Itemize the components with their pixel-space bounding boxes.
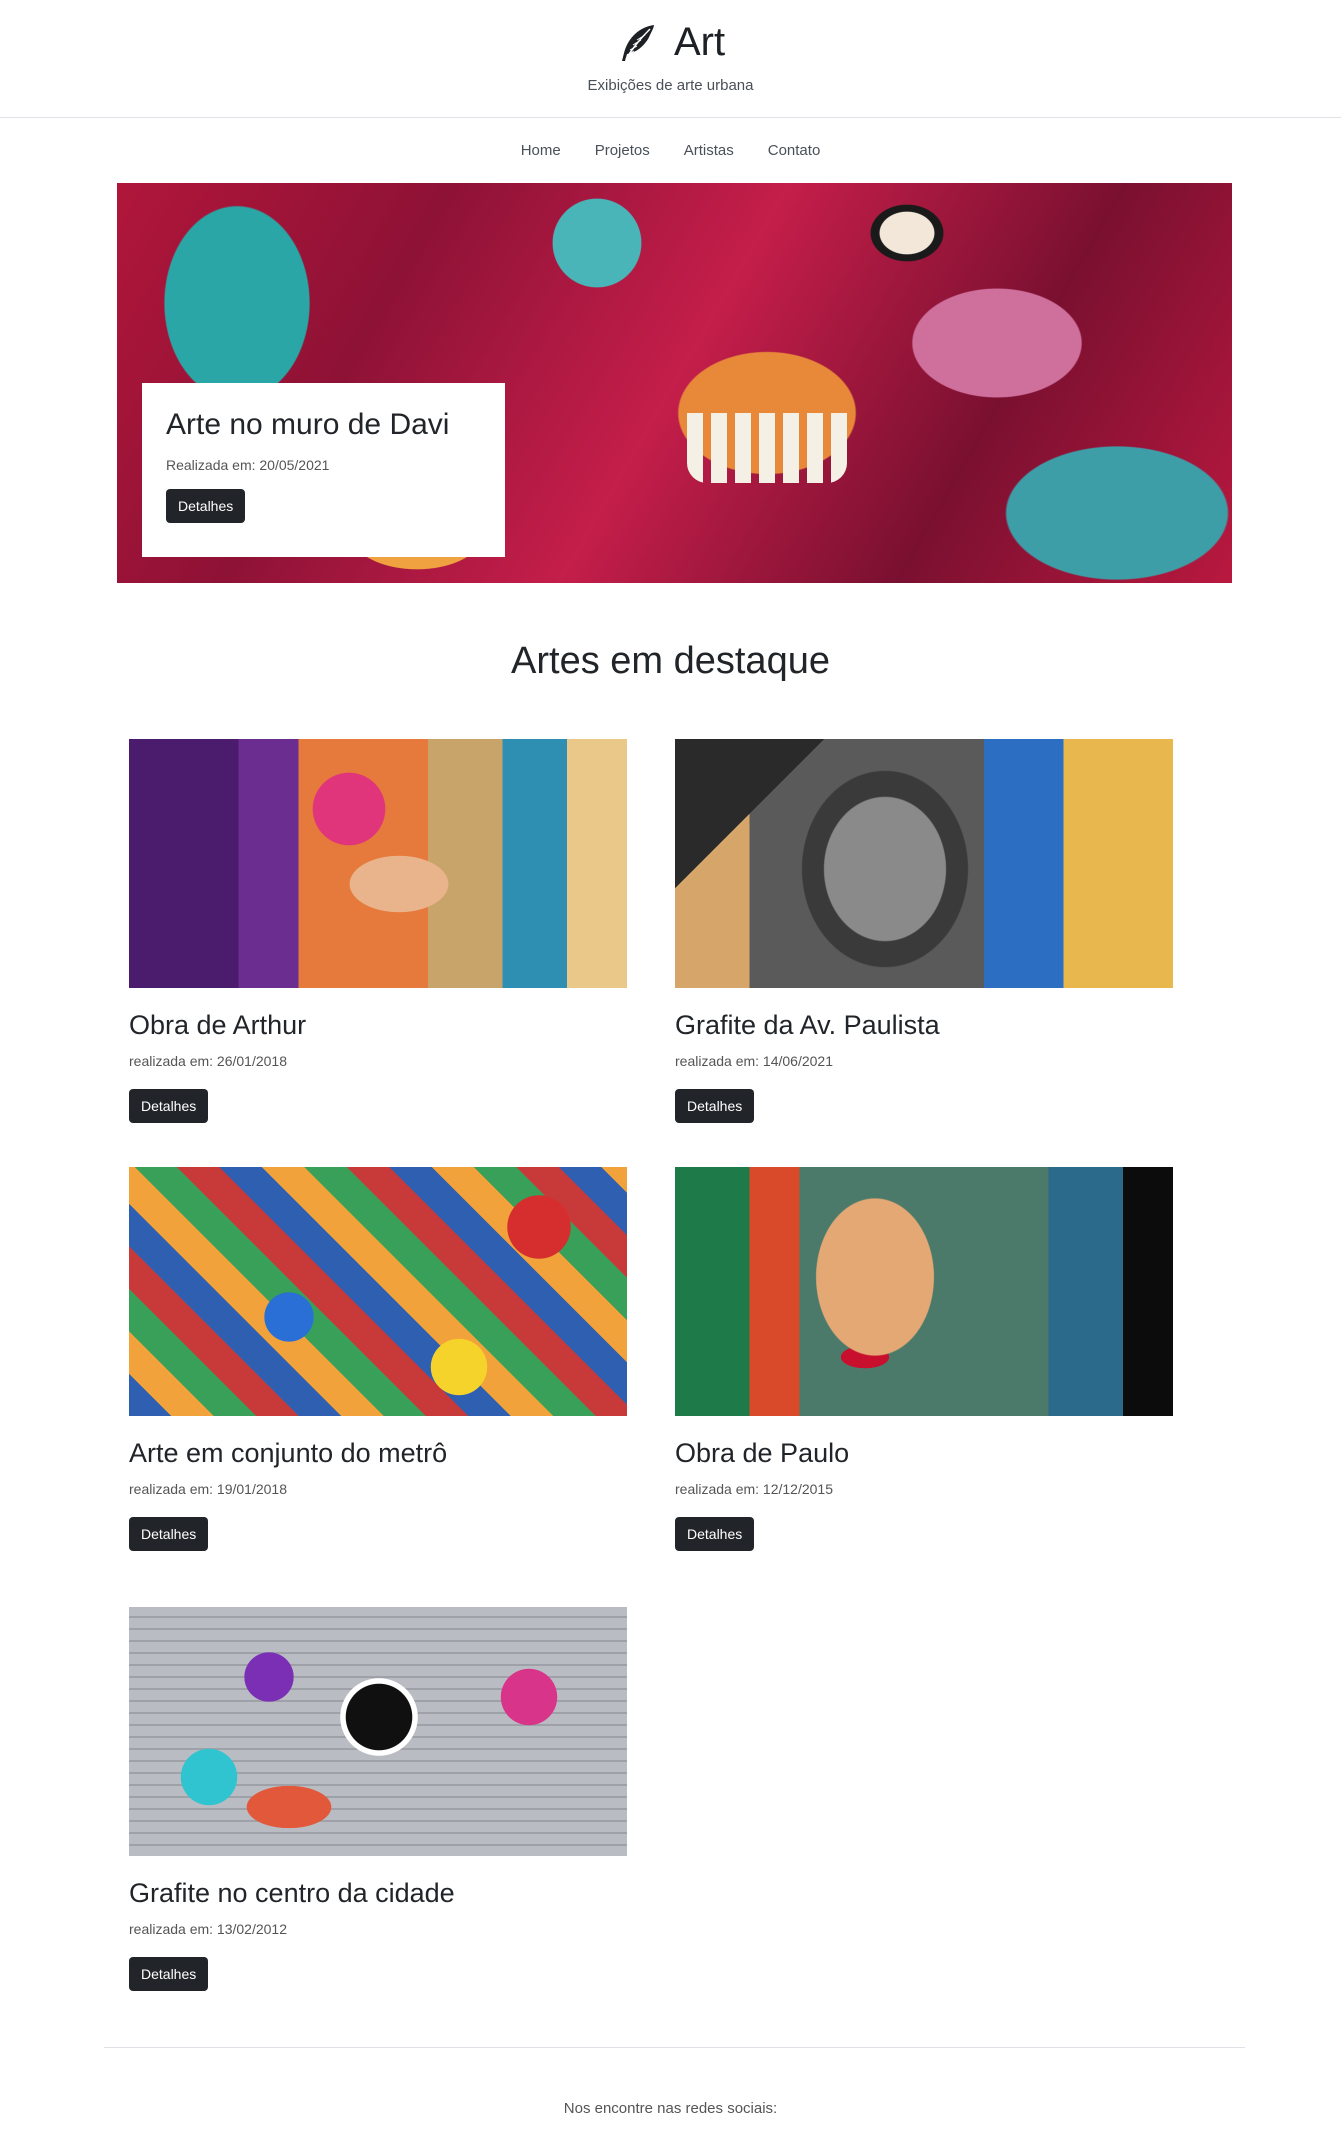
art-card-image[interactable] xyxy=(129,1167,627,1416)
feather-icon xyxy=(616,21,660,65)
art-card-image[interactable] xyxy=(675,739,1173,988)
art-card-date: realizada em: 26/01/2018 xyxy=(129,1053,287,1070)
art-card-image[interactable] xyxy=(129,739,627,988)
art-card-details-button[interactable]: Detalhes xyxy=(675,1517,755,1552)
art-card-title: Grafite no centro da cidade xyxy=(129,1878,455,1908)
footer-divider xyxy=(104,2047,1245,2048)
nav-home[interactable]: Home xyxy=(517,140,565,161)
site-tagline: Exibições de arte urbana xyxy=(587,77,754,94)
art-card-date: realizada em: 12/12/2015 xyxy=(675,1481,833,1498)
art-card: Grafite da Av. Paulista realizada em: 14… xyxy=(675,739,1173,1124)
art-card: Obra de Arthur realizada em: 26/01/2018 … xyxy=(129,739,627,1124)
hero-banner: Arte no muro de Davi Realizada em: 20/05… xyxy=(117,183,1232,583)
nav-contato[interactable]: Contato xyxy=(764,140,825,161)
art-card: Arte em conjunto do metrô realizada em: … xyxy=(129,1167,627,1552)
art-card: Grafite no centro da cidade realizada em… xyxy=(129,1607,627,1992)
hero-artwork-detail xyxy=(687,413,847,483)
art-card-details-button[interactable]: Detalhes xyxy=(675,1089,755,1124)
hero-title: Arte no muro de Davi xyxy=(166,408,450,441)
site-header: Art Exibições de arte urbana xyxy=(0,0,1341,118)
hero-caption-card: Arte no muro de Davi Realizada em: 20/05… xyxy=(142,383,505,557)
main-nav: Home Projetos Artistas Contato xyxy=(0,140,1341,161)
footer-social-text: Nos encontre nas redes sociais: xyxy=(563,2100,778,2117)
site-title: Art xyxy=(673,20,726,64)
nav-artistas[interactable]: Artistas xyxy=(680,140,738,161)
art-card-title: Grafite da Av. Paulista xyxy=(675,1010,940,1040)
art-card: Obra de Paulo realizada em: 12/12/2015 D… xyxy=(675,1167,1173,1552)
art-card-title: Arte em conjunto do metrô xyxy=(129,1438,448,1468)
art-card-date: realizada em: 19/01/2018 xyxy=(129,1481,287,1498)
nav-projetos[interactable]: Projetos xyxy=(591,140,654,161)
art-card-details-button[interactable]: Detalhes xyxy=(129,1517,209,1552)
art-card-details-button[interactable]: Detalhes xyxy=(129,1957,209,1992)
art-card-date: realizada em: 14/06/2021 xyxy=(675,1053,833,1070)
art-card-title: Obra de Arthur xyxy=(129,1010,307,1040)
art-card-title: Obra de Paulo xyxy=(675,1438,850,1468)
art-card-date: realizada em: 13/02/2012 xyxy=(129,1921,287,1938)
art-card-image[interactable] xyxy=(129,1607,627,1856)
brand[interactable]: Art xyxy=(0,20,1341,65)
hero-details-button[interactable]: Detalhes xyxy=(166,489,246,523)
art-card-details-button[interactable]: Detalhes xyxy=(129,1089,209,1124)
hero-date: Realizada em: 20/05/2021 xyxy=(166,457,330,473)
art-card-image[interactable] xyxy=(675,1167,1173,1416)
featured-heading: Artes em destaque xyxy=(511,640,830,682)
